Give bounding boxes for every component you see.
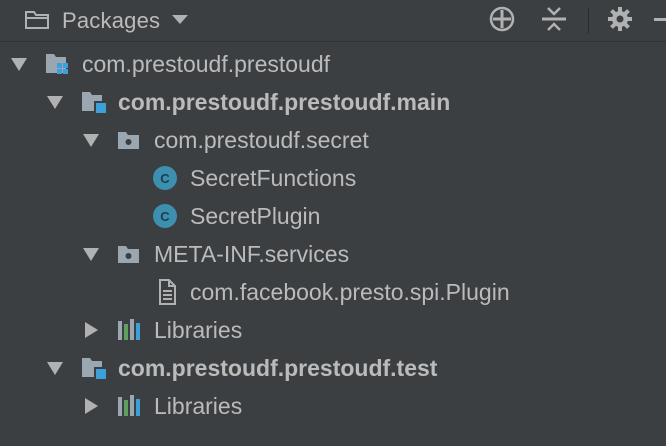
- locate-icon: [488, 5, 516, 38]
- libraries-icon: [116, 317, 142, 343]
- meta-inf-package-label: META-INF.services: [154, 241, 350, 267]
- root-module-label: com.prestoudf.prestoudf: [82, 51, 331, 77]
- collapse-all-icon: [541, 5, 567, 38]
- tree-node-main-libraries[interactable]: Libraries: [0, 311, 666, 349]
- class-label: SecretPlugin: [190, 203, 321, 229]
- collapsed-arrow-icon[interactable]: [80, 319, 102, 341]
- settings-button[interactable]: [604, 5, 636, 37]
- libraries-label: Libraries: [154, 317, 243, 343]
- view-title: Packages: [62, 8, 161, 33]
- hide-icon: [648, 6, 666, 37]
- class-label: SecretFunctions: [190, 165, 357, 191]
- tree-node-test-module[interactable]: com.prestoudf.prestoudf.test: [0, 349, 666, 387]
- dropdown-arrow-icon: [172, 12, 189, 30]
- expand-arrow-icon[interactable]: [80, 243, 102, 265]
- source-module-icon: [80, 355, 106, 381]
- class-icon: C: [152, 165, 178, 191]
- tree-node-test-libraries[interactable]: Libraries: [0, 387, 666, 425]
- folder-icon: [24, 8, 50, 35]
- expand-arrow-icon[interactable]: [8, 53, 30, 75]
- collapsed-arrow-icon[interactable]: [80, 395, 102, 417]
- view-selector[interactable]: Packages: [24, 4, 189, 38]
- test-module-label: com.prestoudf.prestoudf.test: [118, 355, 438, 381]
- expand-arrow-icon[interactable]: [44, 91, 66, 113]
- collapse-all-button[interactable]: [538, 5, 570, 37]
- hide-button[interactable]: [648, 5, 666, 37]
- tree-node-main-module[interactable]: com.prestoudf.prestoudf.main: [0, 83, 666, 121]
- package-icon: [116, 127, 142, 153]
- expand-arrow-icon[interactable]: [44, 357, 66, 379]
- tree-node-class-secret-functions[interactable]: C SecretFunctions: [0, 159, 666, 197]
- settings-icon: [607, 6, 633, 37]
- project-tool-window: Packages com.prestoudf.prestoudf com.pre…: [0, 0, 666, 446]
- expand-arrow-icon[interactable]: [80, 129, 102, 151]
- toolbar-separator: [588, 8, 589, 34]
- project-tree: com.prestoudf.prestoudf com.prestoudf.pr…: [0, 45, 666, 425]
- tree-node-service-file[interactable]: com.facebook.presto.spi.Plugin: [0, 273, 666, 311]
- libraries-label: Libraries: [154, 393, 243, 419]
- locate-button[interactable]: [486, 5, 518, 37]
- libraries-icon: [116, 393, 142, 419]
- secret-package-label: com.prestoudf.secret: [154, 127, 369, 153]
- svg-text:C: C: [160, 171, 170, 186]
- tree-node-class-secret-plugin[interactable]: C SecretPlugin: [0, 197, 666, 235]
- tree-node-secret-package[interactable]: com.prestoudf.secret: [0, 121, 666, 159]
- text-file-icon: [156, 279, 182, 305]
- package-icon: [116, 241, 142, 267]
- service-file-label: com.facebook.presto.spi.Plugin: [190, 279, 510, 305]
- svg-text:C: C: [160, 209, 170, 224]
- class-icon: C: [152, 203, 178, 229]
- tree-node-meta-inf-package[interactable]: META-INF.services: [0, 235, 666, 273]
- tree-node-root-module[interactable]: com.prestoudf.prestoudf: [0, 45, 666, 83]
- tool-window-header: Packages: [0, 0, 666, 42]
- source-module-icon: [80, 89, 106, 115]
- module-icon: [44, 51, 70, 77]
- main-module-label: com.prestoudf.prestoudf.main: [118, 89, 451, 115]
